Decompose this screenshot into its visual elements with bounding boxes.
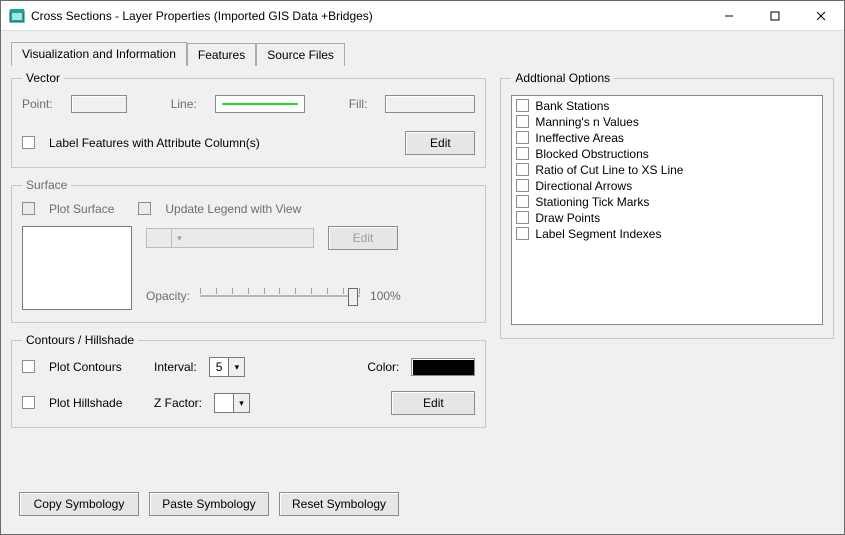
- close-button[interactable]: [798, 1, 844, 31]
- tab-visualization[interactable]: Visualization and Information: [11, 42, 187, 66]
- plot-contours-text: Plot Contours: [49, 360, 122, 374]
- vector-group: Vector Point: Line: Fill:: [11, 71, 486, 168]
- option-stationing-tick-marks[interactable]: Stationing Tick Marks: [516, 194, 818, 210]
- line-swatch[interactable]: [215, 95, 305, 113]
- plot-surface-text: Plot Surface: [49, 202, 114, 216]
- update-legend-checkbox: Update Legend with View: [138, 202, 301, 216]
- titlebar: Cross Sections - Layer Properties (Impor…: [1, 1, 844, 31]
- option-mannings-n-values[interactable]: Manning's n Values: [516, 114, 818, 130]
- plot-surface-checkbox: Plot Surface: [22, 202, 114, 216]
- color-swatch[interactable]: [411, 358, 475, 376]
- bottom-button-row: Copy Symbology Paste Symbology Reset Sym…: [19, 492, 399, 516]
- line-label: Line:: [171, 97, 197, 111]
- surface-combo: ▾: [146, 228, 314, 248]
- tabstrip: Visualization and Information Features S…: [11, 39, 834, 65]
- option-ratio-cut-line[interactable]: Ratio of Cut Line to XS Line: [516, 162, 818, 178]
- surface-group: Surface Plot Surface Update Legend with …: [11, 178, 486, 323]
- opacity-value: 100%: [370, 289, 401, 303]
- zfactor-combo[interactable]: ▾: [214, 393, 250, 413]
- tab-source-files[interactable]: Source Files: [256, 43, 345, 66]
- contours-legend: Contours / Hillshade: [22, 333, 138, 347]
- window-title: Cross Sections - Layer Properties (Impor…: [31, 9, 373, 23]
- opacity-slider[interactable]: [200, 284, 360, 308]
- option-ineffective-areas[interactable]: Ineffective Areas: [516, 130, 818, 146]
- contours-group: Contours / Hillshade Plot Contours Inter…: [11, 333, 486, 428]
- plot-hillshade-check[interactable]: [22, 396, 35, 409]
- plot-hillshade-checkbox[interactable]: Plot Hillshade: [22, 396, 142, 410]
- vector-edit-button[interactable]: Edit: [405, 131, 475, 155]
- color-label: Color:: [367, 360, 399, 374]
- copy-symbology-button[interactable]: Copy Symbology: [19, 492, 139, 516]
- vector-legend: Vector: [22, 71, 64, 85]
- contours-edit-button[interactable]: Edit: [391, 391, 475, 415]
- surface-preview: [22, 226, 132, 310]
- chevron-down-icon[interactable]: ▾: [228, 358, 244, 376]
- tab-features[interactable]: Features: [187, 43, 256, 66]
- fill-label: Fill:: [349, 97, 368, 111]
- paste-symbology-button[interactable]: Paste Symbology: [149, 492, 269, 516]
- label-features-check[interactable]: [22, 136, 35, 149]
- client-area: Visualization and Information Features S…: [1, 31, 844, 534]
- option-label-segment-indexes[interactable]: Label Segment Indexes: [516, 226, 818, 242]
- chevron-down-icon: ▾: [171, 229, 187, 247]
- additional-legend: Addtional Options: [511, 71, 614, 85]
- update-legend-check: [138, 202, 151, 215]
- surface-legend: Surface: [22, 178, 71, 192]
- update-legend-text: Update Legend with View: [165, 202, 301, 216]
- point-label: Point:: [22, 97, 53, 111]
- label-features-checkbox[interactable]: Label Features with Attribute Column(s): [22, 136, 260, 150]
- plot-surface-check: [22, 202, 35, 215]
- point-swatch[interactable]: [71, 95, 127, 113]
- additional-options-list[interactable]: Bank Stations Manning's n Values Ineffec…: [511, 95, 823, 325]
- plot-contours-check[interactable]: [22, 360, 35, 373]
- label-features-text: Label Features with Attribute Column(s): [49, 136, 260, 150]
- minimize-button[interactable]: [706, 1, 752, 31]
- plot-contours-checkbox[interactable]: Plot Contours: [22, 360, 142, 374]
- app-icon: [9, 8, 25, 24]
- slider-thumb[interactable]: [348, 288, 358, 306]
- interval-combo[interactable]: 5 ▾: [209, 357, 246, 377]
- opacity-label: Opacity:: [146, 289, 190, 303]
- maximize-button[interactable]: [752, 1, 798, 31]
- option-bank-stations[interactable]: Bank Stations: [516, 98, 818, 114]
- surface-edit-button: Edit: [328, 226, 398, 250]
- option-directional-arrows[interactable]: Directional Arrows: [516, 178, 818, 194]
- option-blocked-obstructions[interactable]: Blocked Obstructions: [516, 146, 818, 162]
- window-root: Cross Sections - Layer Properties (Impor…: [0, 0, 845, 535]
- interval-value: 5: [210, 360, 229, 374]
- option-draw-points[interactable]: Draw Points: [516, 210, 818, 226]
- fill-swatch[interactable]: [385, 95, 475, 113]
- zfactor-label: Z Factor:: [154, 396, 202, 410]
- additional-options-group: Addtional Options Bank Stations Manning'…: [500, 71, 834, 339]
- interval-label: Interval:: [154, 360, 197, 374]
- plot-hillshade-text: Plot Hillshade: [49, 396, 122, 410]
- reset-symbology-button[interactable]: Reset Symbology: [279, 492, 399, 516]
- chevron-down-icon[interactable]: ▾: [233, 394, 249, 412]
